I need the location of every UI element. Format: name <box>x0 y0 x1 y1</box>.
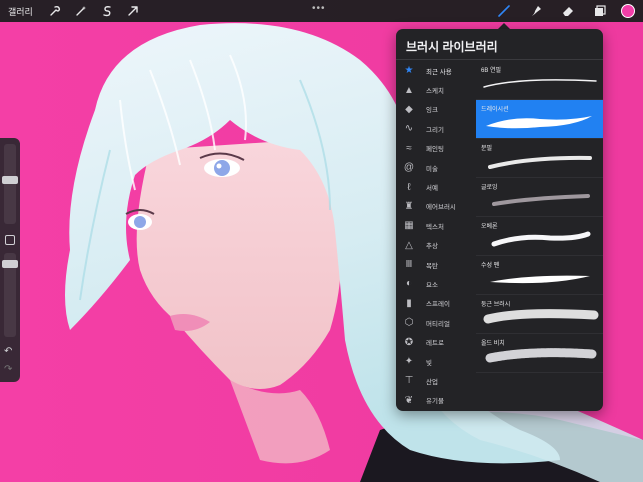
brush-size-knob[interactable] <box>2 176 18 184</box>
category-label: 서예 <box>426 185 438 193</box>
charcoal-icon: Ⅲ <box>405 259 413 271</box>
wrench-icon[interactable] <box>45 1 65 21</box>
brush-item[interactable]: 수성 펜 <box>476 256 603 295</box>
smudge-icon[interactable] <box>525 1 547 21</box>
category-label: 목탄 <box>426 262 438 270</box>
category-label: 산업 <box>426 378 438 386</box>
category-item[interactable]: ✦ 빛 <box>396 352 476 371</box>
category-item[interactable]: ▦ 텍스처 <box>396 216 476 235</box>
spray-icon: ▮ <box>406 297 412 309</box>
category-item[interactable]: ⬡ 머티리얼 <box>396 313 476 332</box>
brush-size-slider[interactable] <box>4 144 16 224</box>
category-label: 잉크 <box>426 107 438 115</box>
ink-drop-icon: ◆ <box>405 103 413 115</box>
category-item[interactable]: ∿ 그리기 <box>396 119 476 138</box>
light-icon: ✦ <box>404 356 414 368</box>
category-label: 레트로 <box>426 340 444 348</box>
category-item[interactable]: ℓ 서예 <box>396 177 476 196</box>
layers-icon[interactable] <box>589 1 611 21</box>
category-item[interactable]: Ⅲ 목탄 <box>396 255 476 274</box>
gallery-button[interactable]: 갤러리 <box>8 5 33 18</box>
star-icon: ★ <box>404 65 414 77</box>
sketch-icon: ▲ <box>404 84 414 96</box>
category-item[interactable]: ❦ 유기물 <box>396 391 476 410</box>
undo-icon[interactable]: ↶ <box>4 346 12 357</box>
left-sidebar: ↶ ↷ <box>0 138 20 382</box>
category-item[interactable]: ≈ 페인팅 <box>396 139 476 158</box>
category-label: 유기물 <box>426 398 444 406</box>
right-tools <box>483 0 643 22</box>
opacity-knob[interactable] <box>2 260 18 268</box>
brush-item[interactable]: 올드 비치 <box>476 334 603 373</box>
category-item[interactable]: △ 추상 <box>396 236 476 255</box>
category-label: 스프레이 <box>426 301 450 309</box>
category-label: 스케치 <box>426 88 444 96</box>
top-toolbar: 갤러리 ••• <box>0 0 643 22</box>
brush-library-panel: 브러시 라이브러리 ★ 최근 사용 ▲ 스케치 ◆ 잉크 ∿ 그리기 ≈ 페인팅 @ 미술 ℓ 서예 ♜ 에어… <box>396 29 603 411</box>
category-item[interactable]: ◆ 잉크 <box>396 100 476 119</box>
category-label: 에어브러시 <box>426 204 456 212</box>
category-item[interactable]: @ 미술 <box>396 158 476 177</box>
organic-icon: ❦ <box>404 394 414 406</box>
brush-item[interactable]: 분필 <box>476 139 603 178</box>
category-list: ★ 최근 사용 ▲ 스케치 ◆ 잉크 ∿ 그리기 ≈ 페인팅 @ 미술 ℓ 서예 ♜ 에어브러시 ▦ 텍스처 △ 추상… <box>396 61 476 411</box>
category-label: 미술 <box>426 165 438 173</box>
modify-button[interactable] <box>5 235 15 245</box>
category-item[interactable]: ▮ 스프레이 <box>396 294 476 313</box>
art-icon: @ <box>403 162 415 174</box>
abstract-icon: △ <box>405 239 413 251</box>
brush-item[interactable]: 6B 연필 <box>476 61 603 100</box>
retro-icon: ✪ <box>404 336 414 348</box>
transform-arrow-icon[interactable] <box>123 1 143 21</box>
category-item[interactable]: ▲ 스케치 <box>396 80 476 99</box>
magic-wand-icon[interactable] <box>71 1 91 21</box>
category-item[interactable]: ✪ 레트로 <box>396 332 476 351</box>
texture-icon: ▦ <box>404 220 414 232</box>
calligraphy-icon: ℓ <box>407 181 411 193</box>
material-icon: ⬡ <box>404 317 414 329</box>
category-item[interactable]: ◐ 요소 <box>396 274 476 293</box>
divider <box>396 59 603 60</box>
industrial-icon: ⊤ <box>404 375 414 387</box>
more-options-button[interactable]: ••• <box>312 3 326 14</box>
category-label: 머티리얼 <box>426 320 450 328</box>
airbrush-icon: ♜ <box>404 200 414 212</box>
category-item[interactable]: ⊤ 산업 <box>396 371 476 390</box>
brush-item[interactable]: 둥근 브러시 <box>476 295 603 334</box>
elements-icon: ◐ <box>405 278 413 290</box>
brush-list: 6B 연필 드레이시션 분필 글로잉 오베론 수성 펜 둥근 브러시 올드 비치 <box>476 61 603 373</box>
painting-icon: ≈ <box>406 142 412 154</box>
panel-title: 브러시 라이브러리 <box>406 40 498 54</box>
category-item[interactable]: ≋물 <box>396 410 476 411</box>
category-label: 요소 <box>426 281 438 289</box>
category-item[interactable]: ♜ 에어브러시 <box>396 197 476 216</box>
drawing-icon: ∿ <box>404 123 414 135</box>
brush-item[interactable]: 드레이시션 <box>476 100 603 139</box>
category-label: 최근 사용 <box>426 68 452 76</box>
eraser-icon[interactable] <box>557 1 579 21</box>
category-label: 텍스처 <box>426 223 444 231</box>
brush-item[interactable]: 오베론 <box>476 217 603 256</box>
category-label: 추상 <box>426 243 438 251</box>
brush-icon[interactable] <box>493 1 515 21</box>
brush-item[interactable]: 글로잉 <box>476 178 603 217</box>
redo-icon[interactable]: ↷ <box>4 364 12 375</box>
category-label: 빛 <box>426 359 432 367</box>
category-item[interactable]: ★ 최근 사용 <box>396 61 476 80</box>
category-label: 페인팅 <box>426 146 444 154</box>
selection-icon[interactable] <box>97 1 117 21</box>
color-swatch[interactable] <box>621 4 635 18</box>
category-label: 그리기 <box>426 126 444 134</box>
